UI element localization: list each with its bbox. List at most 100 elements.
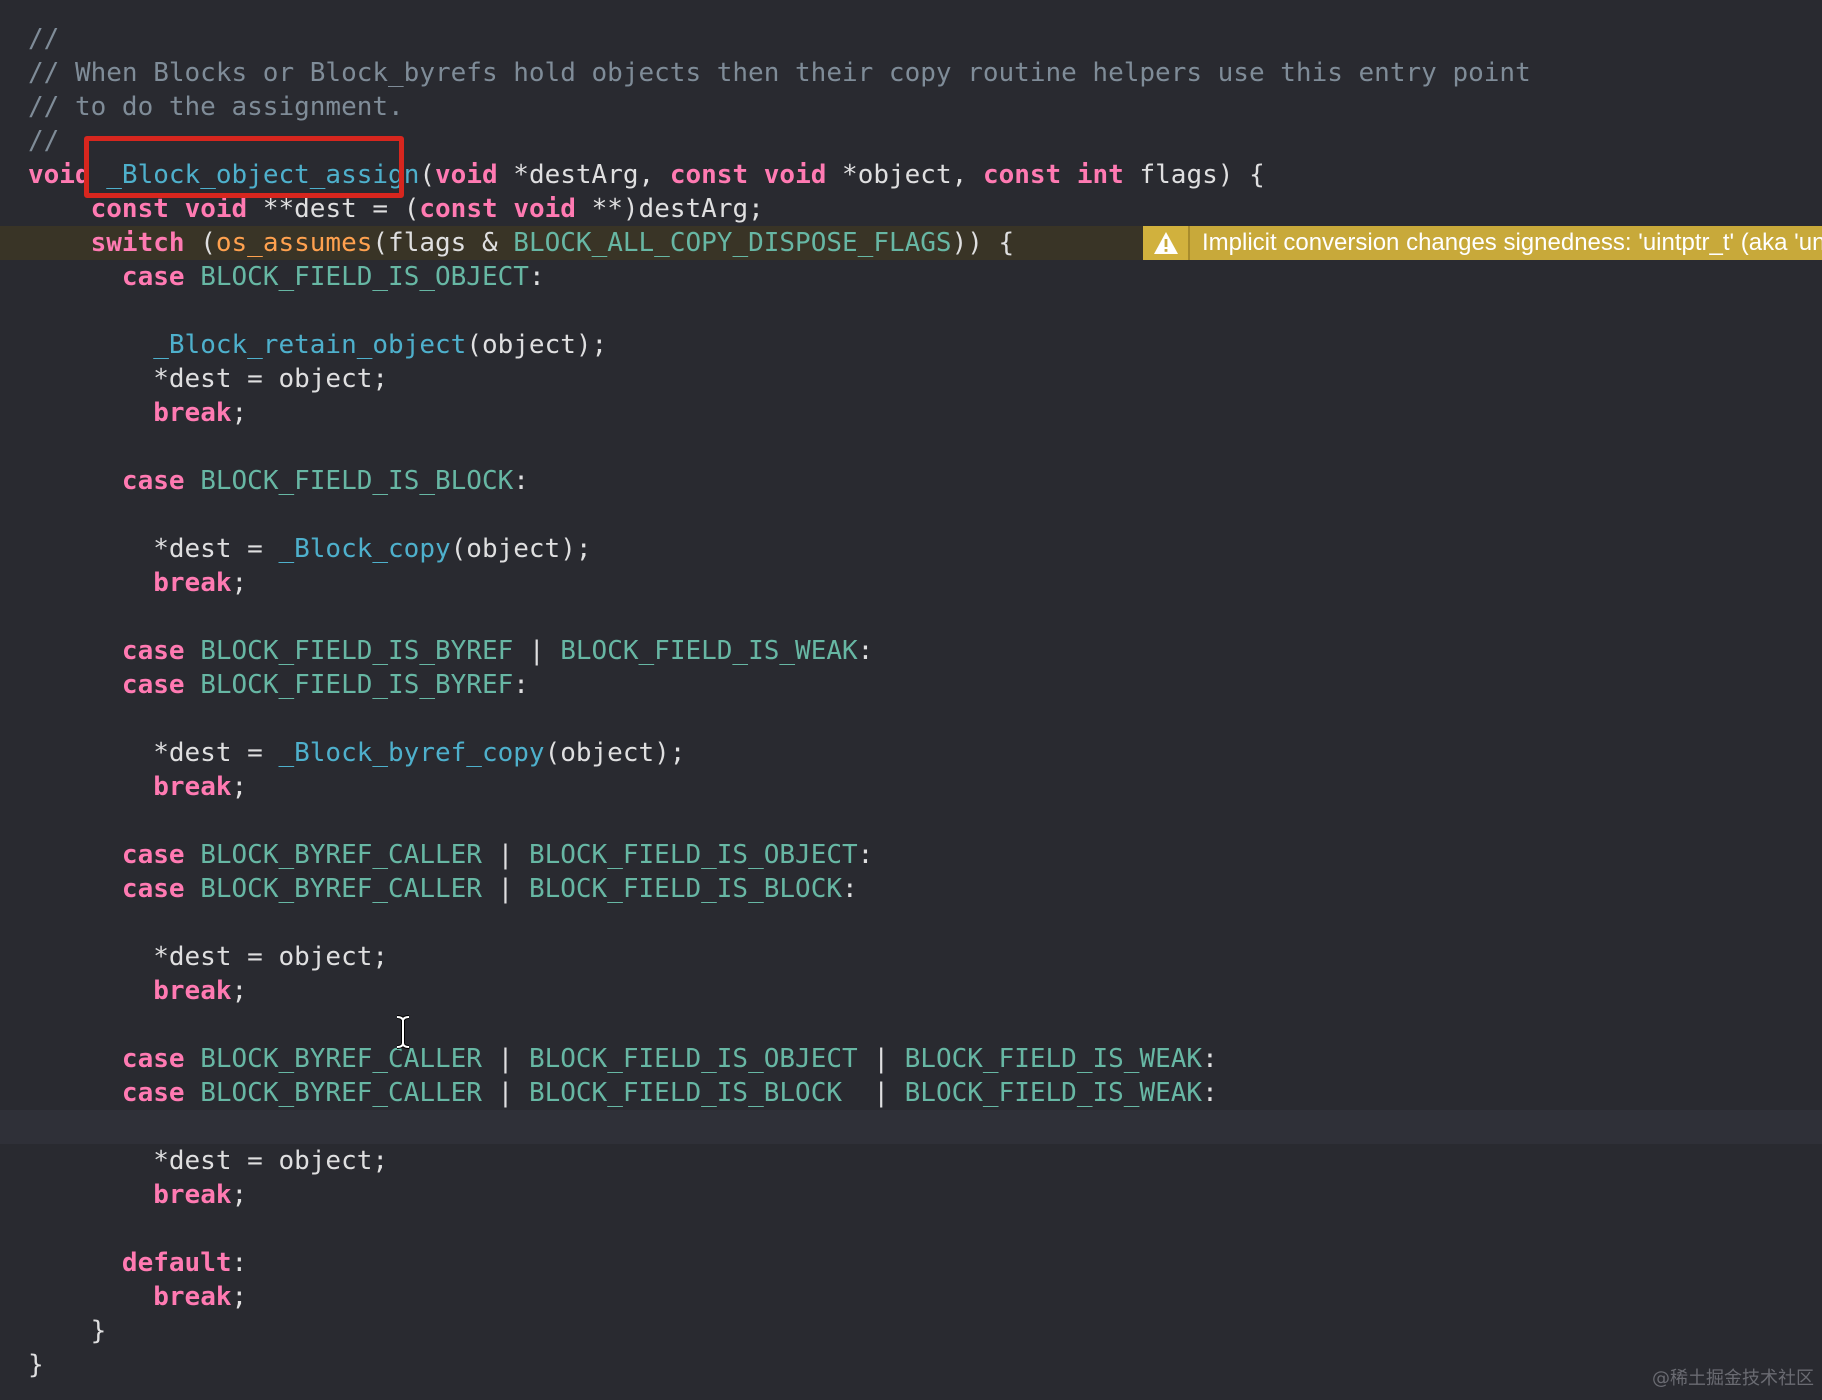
code-line[interactable]: const void **dest = (const void **)destA…	[0, 192, 1822, 226]
code-token-plain: |	[481, 840, 529, 870]
code-token-const: BLOCK_FIELD_IS_BYREF	[200, 636, 514, 666]
warning-banner[interactable]: Implicit conversion changes signedness: …	[1143, 226, 1822, 260]
warning-triangle-icon[interactable]	[1143, 226, 1190, 260]
code-line[interactable]: ​	[0, 906, 1822, 940]
code-token-plain: *dest =	[28, 534, 279, 564]
code-token-plain: **)destArg;	[575, 194, 764, 224]
i-beam-cursor-icon	[396, 1015, 410, 1049]
code-token-plain: :	[857, 840, 874, 870]
code-token-plain: |	[857, 1044, 905, 1074]
code-line[interactable]: break;	[0, 566, 1822, 600]
code-token-const: BLOCK_BYREF_CALLER	[200, 1044, 482, 1074]
warning-message[interactable]: Implicit conversion changes signedness: …	[1190, 226, 1822, 260]
code-line[interactable]: }	[0, 1314, 1822, 1348]
code-line[interactable]: break;	[0, 974, 1822, 1008]
code-line[interactable]: *dest = object;	[0, 362, 1822, 396]
code-line[interactable]: break;	[0, 396, 1822, 430]
code-token-plain: )) {	[951, 228, 1015, 258]
code-token-keyword: const	[90, 194, 169, 224]
code-line[interactable]: void _Block_object_assign(void *destArg,…	[0, 158, 1822, 192]
code-token-keyword: void	[184, 194, 248, 224]
code-token-plain: ;	[231, 398, 248, 428]
code-line[interactable]: ​	[0, 702, 1822, 736]
code-token-plain: }	[28, 1350, 44, 1380]
code-line[interactable]: break;	[0, 1280, 1822, 1314]
code-token-const: BLOCK_BYREF_CALLER	[200, 874, 482, 904]
code-line[interactable]: case BLOCK_BYREF_CALLER | BLOCK_FIELD_IS…	[0, 872, 1822, 906]
code-line[interactable]: ​	[0, 1110, 1822, 1144]
code-line[interactable]: case BLOCK_FIELD_IS_OBJECT:	[0, 260, 1822, 294]
code-line[interactable]: //	[0, 124, 1822, 158]
code-token-keyword: case	[121, 636, 185, 666]
code-token-keyword: void	[28, 160, 91, 190]
code-line[interactable]: break;	[0, 1178, 1822, 1212]
code-line[interactable]: ​	[0, 804, 1822, 838]
code-token-keyword: break	[153, 976, 232, 1006]
code-token-plain: :	[513, 670, 529, 700]
code-token-keyword: break	[153, 772, 232, 802]
code-line[interactable]: // When Blocks or Block_byrefs hold obje…	[0, 56, 1822, 90]
code-token-plain: :	[231, 1248, 248, 1278]
code-line[interactable]: case BLOCK_BYREF_CALLER | BLOCK_FIELD_IS…	[0, 1042, 1822, 1076]
code-token-plain: ;	[231, 976, 248, 1006]
code-line[interactable]: // to do the assignment.	[0, 90, 1822, 124]
code-token-plain: :	[1202, 1044, 1218, 1074]
code-line[interactable]: case BLOCK_FIELD_IS_BYREF:	[0, 668, 1822, 702]
code-token-plain: (object);	[466, 330, 608, 360]
code-line[interactable]: ​	[0, 294, 1822, 328]
code-token-const: BLOCK_FIELD_IS_OBJECT	[528, 840, 858, 870]
code-line[interactable]: ​	[0, 430, 1822, 464]
code-line[interactable]: *dest = object;	[0, 940, 1822, 974]
code-token-comment: //	[28, 126, 60, 156]
code-token-fn: _Block_object_assign	[106, 160, 420, 190]
code-line[interactable]: *dest = _Block_byref_copy(object);	[0, 736, 1822, 770]
code-token-const: BLOCK_BYREF_CALLER	[200, 840, 482, 870]
code-line[interactable]: case BLOCK_FIELD_IS_BLOCK:	[0, 464, 1822, 498]
code-line[interactable]: case BLOCK_FIELD_IS_BYREF | BLOCK_FIELD_…	[0, 634, 1822, 668]
code-line[interactable]: _Block_retain_object(object);	[0, 328, 1822, 362]
code-token-keyword: void	[513, 194, 576, 224]
code-token-const: BLOCK_BYREF_CALLER	[200, 1078, 482, 1108]
code-token-plain: |	[481, 1078, 529, 1108]
code-line[interactable]: case BLOCK_BYREF_CALLER | BLOCK_FIELD_IS…	[0, 1076, 1822, 1110]
code-line[interactable]: }	[0, 1348, 1822, 1382]
code-line[interactable]: ​	[0, 1008, 1822, 1042]
code-token-plain: *dest =	[28, 738, 279, 768]
code-token-plain: |	[481, 1044, 529, 1074]
code-token-keyword: case	[121, 840, 185, 870]
code-line[interactable]: *dest = _Block_copy(object);	[0, 532, 1822, 566]
code-line[interactable]: default:	[0, 1246, 1822, 1280]
code-token-plain: ;	[231, 1180, 248, 1210]
code-token-plain: *dest = object;	[28, 1146, 389, 1176]
code-line[interactable]: case BLOCK_BYREF_CALLER | BLOCK_FIELD_IS…	[0, 838, 1822, 872]
code-token-keyword: case	[121, 874, 185, 904]
code-line[interactable]: ​	[0, 1212, 1822, 1246]
code-line[interactable]: //	[0, 22, 1822, 56]
code-editor[interactable]: // // When Blocks or Block_byrefs hold ob…	[0, 0, 1822, 1400]
code-token-const: BLOCK_ALL_COPY_DISPOSE_FLAGS	[513, 228, 952, 258]
code-token-fn: _Block_retain_object	[153, 330, 467, 360]
code-token-macro: os_assumes	[215, 228, 373, 258]
code-line[interactable]: ​	[0, 498, 1822, 532]
code-line[interactable]: ​	[0, 600, 1822, 634]
code-token-plain: :	[1202, 1078, 1218, 1108]
code-line[interactable]: *dest = object;	[0, 1144, 1822, 1178]
code-line[interactable]: break;	[0, 770, 1822, 804]
